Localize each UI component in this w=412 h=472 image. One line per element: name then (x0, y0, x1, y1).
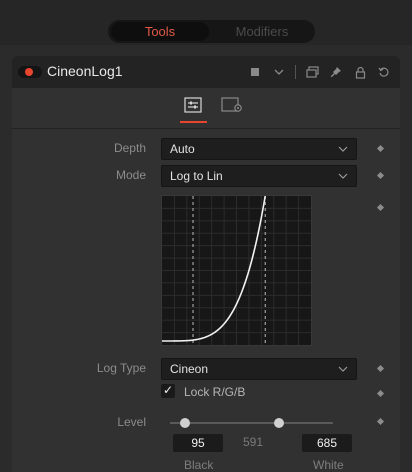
white-level-input[interactable]: 685 (302, 434, 352, 452)
color-swatch-icon[interactable] (247, 63, 263, 81)
level-mid-value: 591 (243, 435, 264, 449)
level-label: Level (117, 415, 146, 429)
log-to-lin-curve (162, 195, 267, 342)
log-type-keyframe-icon[interactable] (376, 364, 385, 373)
tab-switcher: Tools Modifiers (108, 20, 315, 43)
level-keyframe-icon[interactable] (376, 417, 385, 426)
level-white-handle[interactable] (274, 418, 285, 428)
log-curve-graph (161, 195, 312, 346)
black-label: Black (184, 458, 214, 472)
controls-body: Depth Auto Mode Log to Lin Log Type Cine… (12, 88, 400, 472)
depth-keyframe-icon[interactable] (376, 144, 385, 153)
active-subtab-indicator (180, 121, 207, 123)
control-subtabs (12, 88, 400, 129)
chevron-down-icon (338, 166, 348, 194)
inspector-tab-bar: Tools Modifiers (0, 0, 412, 45)
controls-tab[interactable] (182, 96, 204, 114)
level-black-handle[interactable] (180, 418, 191, 428)
chevron-down-icon[interactable] (271, 63, 287, 81)
depth-dropdown[interactable]: Auto (161, 138, 357, 160)
depth-value: Auto (170, 142, 195, 156)
pin-icon[interactable] (328, 63, 344, 81)
enable-indicator-icon (25, 68, 33, 76)
curve-plot (162, 195, 311, 345)
curve-keyframe-icon[interactable] (376, 203, 385, 212)
lock-rgb-label[interactable]: Lock R/G/B (184, 385, 245, 399)
lock-icon[interactable] (352, 63, 368, 81)
lock-rgb-keyframe-icon[interactable] (376, 389, 385, 398)
checkmark-icon: ✓ (163, 383, 174, 397)
node-header-icons (247, 63, 392, 81)
node-enable-toggle[interactable] (18, 66, 42, 78)
log-type-label: Log Type (96, 361, 146, 375)
tab-tools[interactable]: Tools (111, 22, 209, 41)
log-type-dropdown[interactable]: Cineon (161, 358, 357, 380)
view-icon[interactable] (304, 63, 320, 81)
chevron-down-icon (338, 139, 348, 167)
reset-icon[interactable] (376, 63, 392, 81)
chevron-down-icon (338, 359, 348, 387)
node-header[interactable]: CineonLog1 (12, 56, 400, 88)
white-label: White (313, 458, 344, 472)
mode-dropdown[interactable]: Log to Lin (161, 165, 357, 187)
header-divider (295, 65, 296, 79)
log-type-value: Cineon (170, 362, 209, 376)
settings-gear-icon (221, 97, 242, 112)
mode-label: Mode (115, 168, 146, 182)
level-range-slider-track[interactable] (170, 422, 333, 424)
inspector-panel: Tools Modifiers CineonLog1 Depth Auto Mo… (0, 0, 412, 472)
depth-label: Depth (113, 141, 146, 155)
tab-modifiers[interactable]: Modifiers (212, 22, 312, 41)
node-name: CineonLog1 (47, 63, 123, 79)
sliders-icon (184, 97, 202, 113)
settings-tab[interactable] (221, 96, 243, 114)
black-level-input[interactable]: 95 (173, 434, 223, 452)
mode-keyframe-icon[interactable] (376, 171, 385, 180)
mode-value: Log to Lin (170, 169, 223, 183)
lock-rgb-checkbox[interactable]: ✓ (161, 383, 175, 398)
